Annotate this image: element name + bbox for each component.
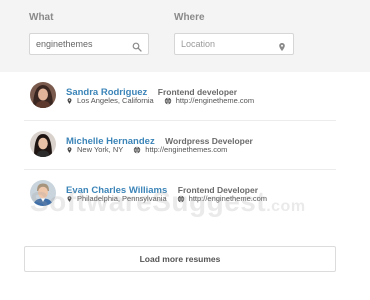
candidate-website[interactable]: http://enginethemes.com [145, 145, 227, 154]
where-label: Where [174, 12, 205, 23]
load-more-resumes-button[interactable]: Load more resumes [24, 246, 336, 272]
avatar[interactable] [30, 131, 56, 157]
resume-item[interactable]: Sandra Rodriguez Frontend developer Los … [24, 72, 336, 121]
resume-item[interactable]: Michelle Hernandez Wordpress Developer N… [24, 121, 336, 170]
globe-icon [164, 97, 171, 104]
search-panel: What Where [0, 0, 370, 72]
what-field[interactable] [29, 33, 149, 55]
globe-icon [134, 146, 141, 153]
watermark-suffix: .com [266, 198, 306, 215]
avatar[interactable] [30, 82, 56, 108]
softwaresuggest-watermark: SoftwareSuggest.com [30, 186, 306, 218]
map-pin-icon [67, 146, 72, 153]
what-label: What [29, 12, 54, 23]
map-pin-icon [67, 97, 72, 104]
candidate-location: Los Angeles, California [77, 96, 154, 105]
location-input[interactable] [181, 34, 271, 54]
map-pin-icon [277, 39, 287, 51]
search-icon[interactable] [132, 39, 142, 52]
keyword-input[interactable] [36, 34, 126, 54]
candidate-location: New York, NY [77, 145, 124, 154]
watermark-brand: SoftwareSuggest [30, 186, 267, 217]
candidate-website[interactable]: http://enginetheme.com [176, 96, 254, 105]
where-field[interactable] [174, 33, 294, 55]
